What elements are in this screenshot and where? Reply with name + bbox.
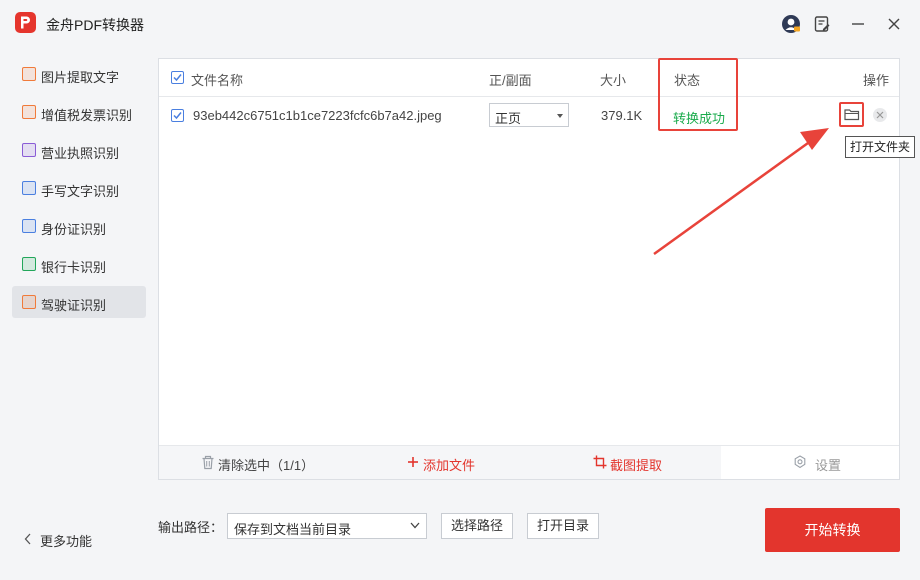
file-size: 379.1K xyxy=(601,108,643,123)
clear-selected-label: 清除选中（1/1） xyxy=(218,458,315,473)
crop-icon xyxy=(593,455,607,469)
sidebar-item-id-card[interactable]: 身份证识别 xyxy=(12,210,146,242)
sidebar-item-label: 身份证识别 xyxy=(41,222,107,237)
sidebar-item-image-text[interactable]: 图片提取文字 xyxy=(12,58,146,90)
sidebar-item-business-license[interactable]: 营业执照识别 xyxy=(12,134,146,166)
gear-icon xyxy=(794,455,806,469)
avatar-icon[interactable] xyxy=(781,14,801,34)
plus-icon xyxy=(408,457,418,467)
license-icon xyxy=(22,143,36,157)
sidebar-item-label: 营业执照识别 xyxy=(41,146,120,161)
sidebar-item-label: 驾驶证识别 xyxy=(41,298,107,313)
open-folder-tooltip: 打开文件夹 xyxy=(845,136,916,158)
header-file-name: 文件名称 xyxy=(191,73,244,88)
more-features-label: 更多功能 xyxy=(40,534,93,549)
title-bar: 金舟PDF转换器 xyxy=(0,0,920,48)
bank-card-icon xyxy=(22,257,36,271)
minimize-icon[interactable] xyxy=(848,14,868,34)
remove-file-button[interactable] xyxy=(873,108,887,122)
header-side: 正/副面 xyxy=(489,73,532,88)
add-file-label: 添加文件 xyxy=(423,458,476,473)
app-title: 金舟PDF转换器 xyxy=(46,17,144,33)
sidebar-item-driver-license[interactable]: 驾驶证识别 xyxy=(12,286,146,318)
table-header: 文件名称 正/副面 大小 状态 操作 xyxy=(159,59,899,97)
output-path-value: 保存到文档当前目录 xyxy=(234,522,352,537)
side-select[interactable]: 正页 xyxy=(489,103,569,127)
image-text-icon xyxy=(22,67,36,81)
sidebar-item-label: 增值税发票识别 xyxy=(41,108,133,123)
sidebar-item-label: 手写文字识别 xyxy=(41,184,120,199)
select-all-checkbox[interactable] xyxy=(171,71,184,84)
close-icon[interactable] xyxy=(884,14,904,34)
header-size: 大小 xyxy=(600,73,627,88)
settings-area xyxy=(721,446,899,479)
sidebar-item-label: 银行卡识别 xyxy=(41,260,107,275)
open-directory-button[interactable]: 打开目录 xyxy=(527,513,599,539)
action-toolbar: 清除选中（1/1） 添加文件 截图提取 设置 xyxy=(159,445,899,479)
feedback-icon[interactable] xyxy=(812,14,832,34)
start-convert-button[interactable]: 开始转换 xyxy=(765,508,900,552)
settings-label: 设置 xyxy=(815,458,842,473)
close-small-icon xyxy=(876,111,884,119)
trash-icon xyxy=(202,455,214,470)
invoice-icon xyxy=(22,105,36,119)
screenshot-extract-label: 截图提取 xyxy=(610,458,663,473)
status-highlight-box xyxy=(658,58,738,131)
chevron-down-icon xyxy=(410,522,420,529)
file-name: 93eb442c6751c1b1ce7223fcfc6b7a42.jpeg xyxy=(193,108,442,123)
output-path-label: 输出路径： xyxy=(158,520,224,535)
app-logo-icon xyxy=(15,12,36,33)
side-select-value: 正页 xyxy=(495,111,522,126)
choose-path-button[interactable]: 选择路径 xyxy=(441,513,513,539)
sidebar-item-bank-card[interactable]: 银行卡识别 xyxy=(12,248,146,280)
driver-license-icon xyxy=(22,295,36,309)
table-row: 93eb442c6751c1b1ce7223fcfc6b7a42.jpeg 正页… xyxy=(159,97,899,135)
handwriting-icon xyxy=(22,181,36,195)
output-path-select[interactable]: 保存到文档当前目录 xyxy=(227,513,427,539)
row-checkbox[interactable] xyxy=(171,109,184,122)
header-actions: 操作 xyxy=(863,73,890,88)
sidebar: 图片提取文字 增值税发票识别 营业执照识别 手写文字识别 身份证识别 银行卡识别… xyxy=(0,48,158,580)
file-list-panel: 文件名称 正/副面 大小 状态 操作 93eb442c6751c1b1ce722… xyxy=(158,58,900,480)
chevron-left-icon xyxy=(24,533,31,545)
sidebar-item-handwriting[interactable]: 手写文字识别 xyxy=(12,172,146,204)
id-card-icon xyxy=(22,219,36,233)
folder-highlight-box xyxy=(839,102,864,127)
sidebar-item-invoice[interactable]: 增值税发票识别 xyxy=(12,96,146,128)
caret-down-icon xyxy=(557,114,563,118)
sidebar-item-label: 图片提取文字 xyxy=(41,70,120,85)
